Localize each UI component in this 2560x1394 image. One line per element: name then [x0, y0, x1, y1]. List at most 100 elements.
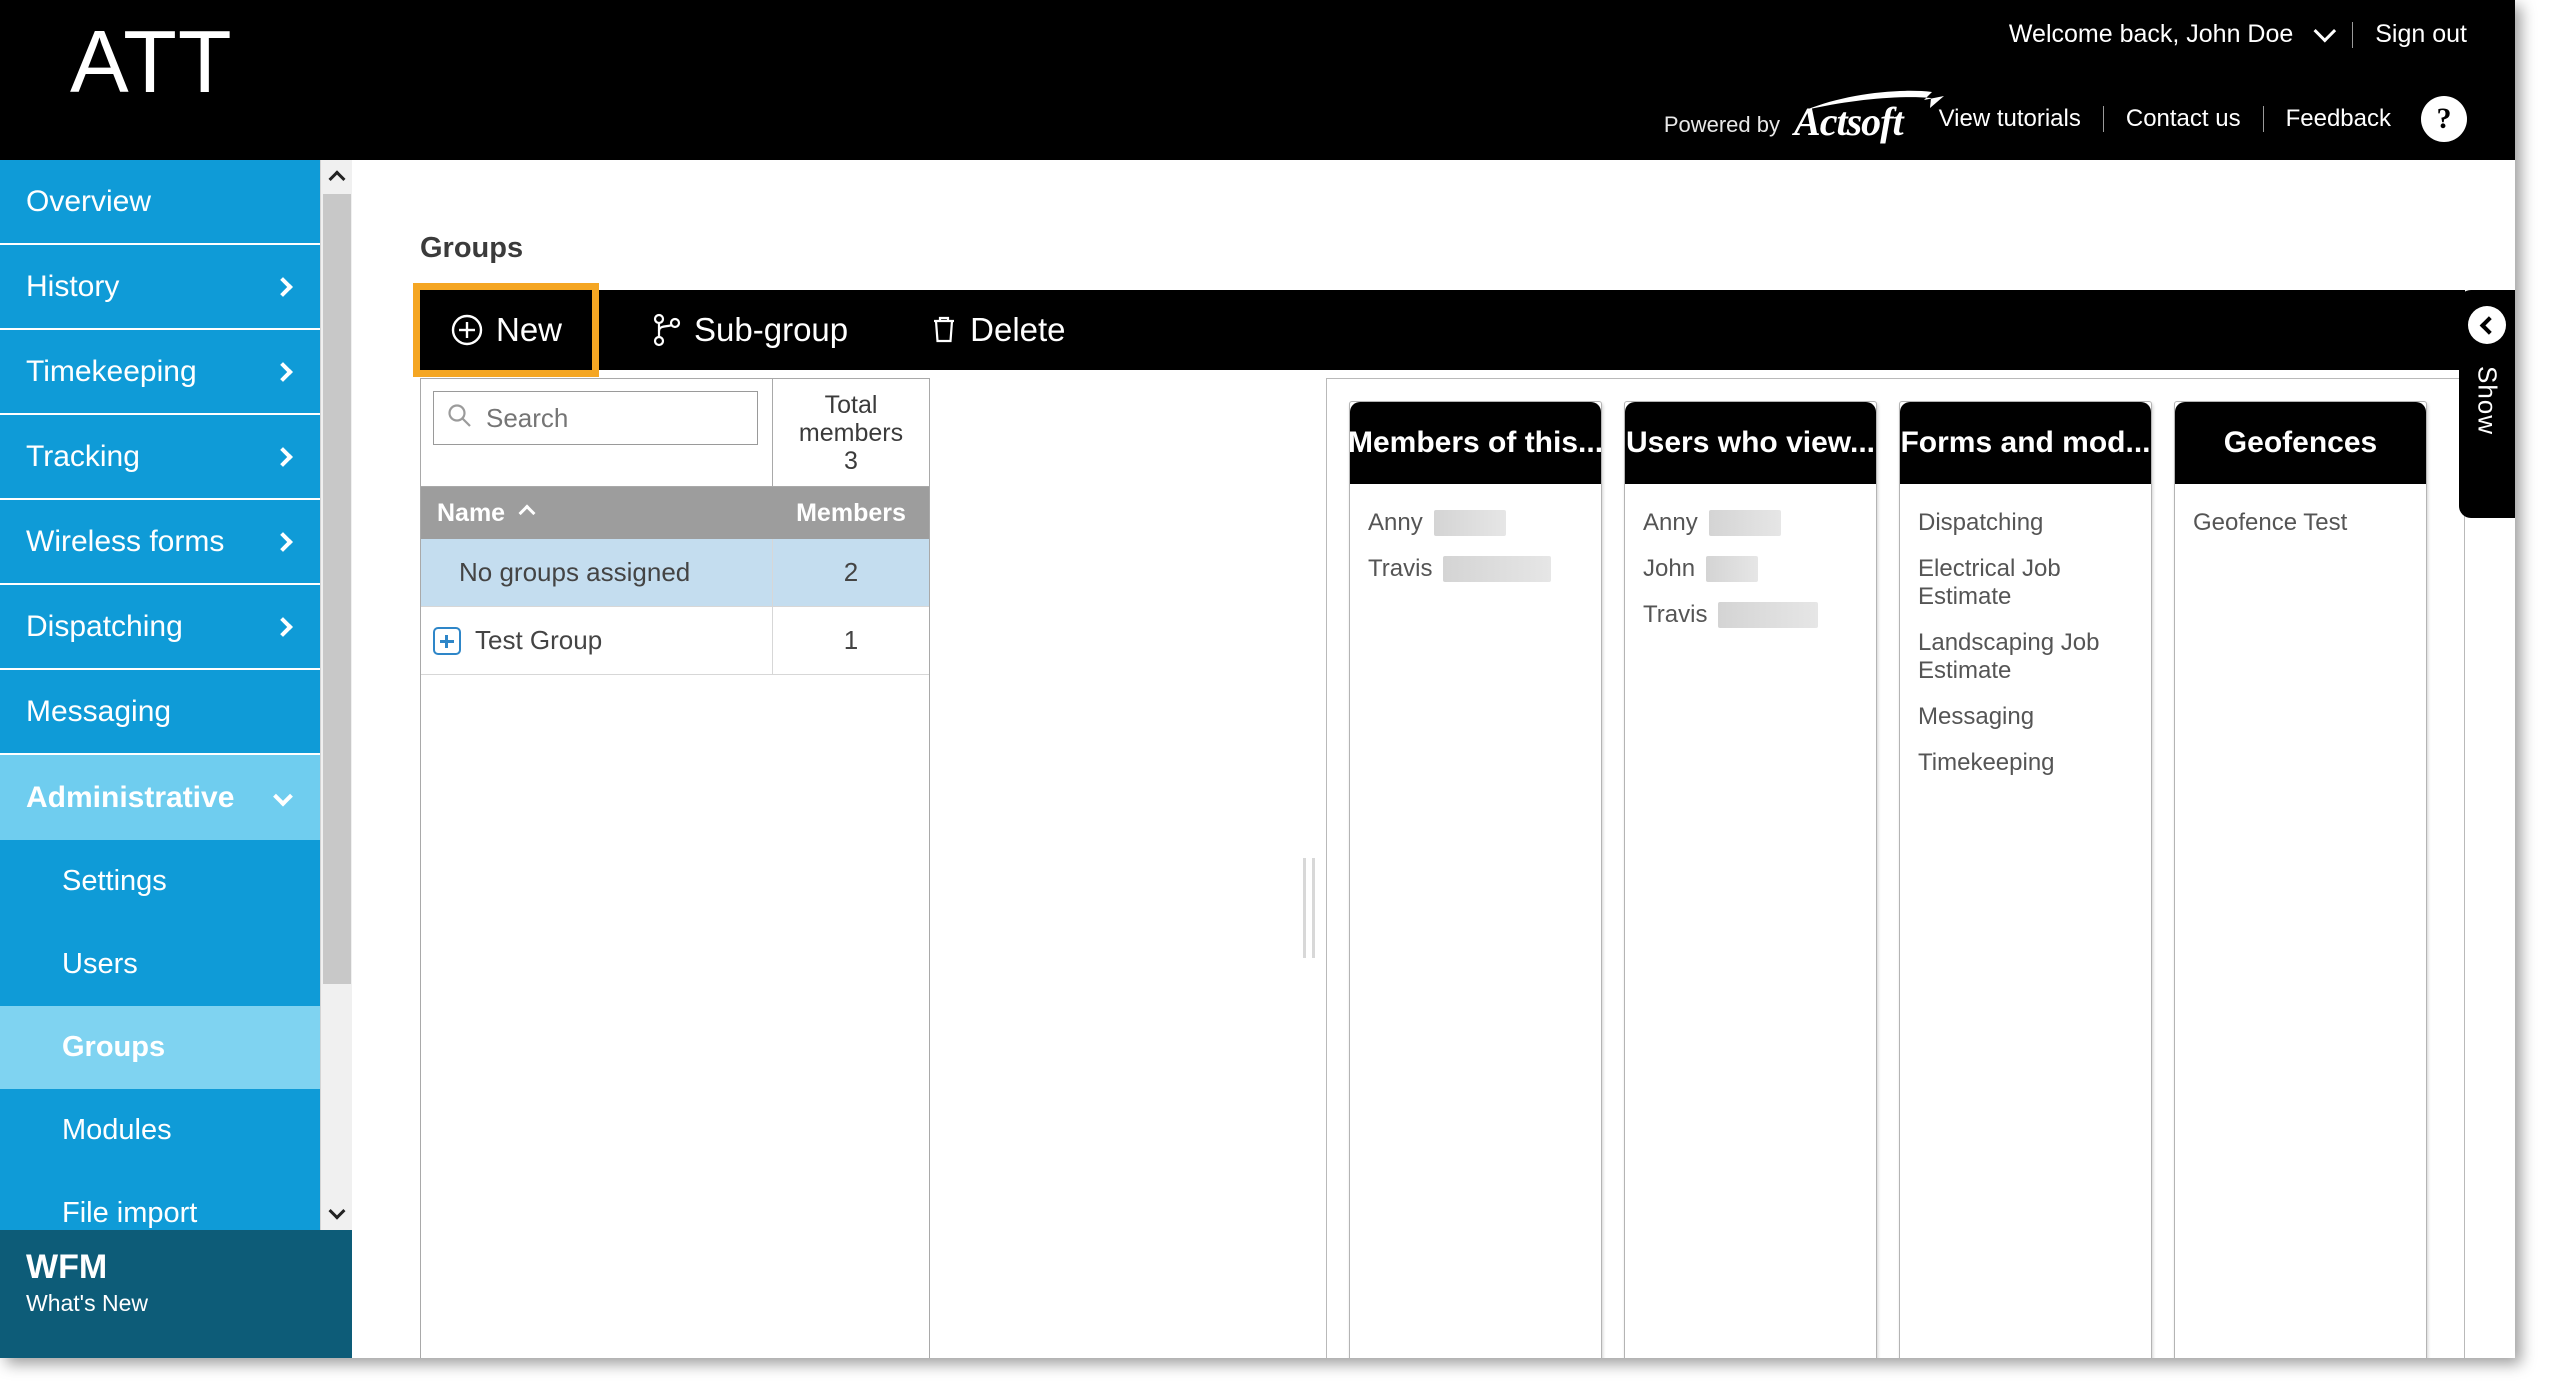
sidebar-item-overview[interactable]: Overview: [0, 160, 320, 245]
divider: [2262, 105, 2264, 132]
list-item[interactable]: Timekeeping: [1900, 740, 2151, 786]
member-name: Anny: [1368, 509, 1423, 536]
sidebar-item-wireless-forms[interactable]: Wireless forms: [0, 500, 320, 585]
cell-group-name-container: Test Group: [421, 606, 773, 675]
sidebar-item-label: Dispatching: [26, 609, 183, 643]
search-input[interactable]: [486, 402, 736, 434]
branch-icon: [652, 313, 682, 347]
chevron-right-icon: [273, 616, 293, 637]
chevron-right-icon: [273, 361, 293, 382]
search-box[interactable]: [433, 391, 758, 445]
show-panel-tab[interactable]: Show: [2459, 290, 2515, 518]
splitter-grip-line: [1303, 858, 1306, 958]
column-header-members[interactable]: Members: [773, 499, 929, 528]
member-name: Travis: [1368, 555, 1433, 582]
chevron-right-icon: [273, 531, 293, 552]
main-content: Groups New Sub-group Delete Search Total…: [352, 160, 2515, 1358]
sidebar-item-users[interactable]: Users: [0, 923, 320, 1006]
show-tab-label: Show: [2472, 366, 2503, 436]
sidebar-footer-wfm[interactable]: WFM What's New: [0, 1230, 352, 1358]
page-title: Groups: [420, 232, 524, 264]
scrollbar-thumb[interactable]: [323, 194, 351, 984]
sidebar-item-administrative[interactable]: Administrative: [0, 755, 320, 840]
header-account-bar: Welcome back, John Doe Sign out: [2008, 19, 2467, 49]
chevron-right-icon: [273, 446, 293, 467]
sub-group-button[interactable]: Sub-group: [626, 290, 874, 370]
panel-body: Anny John Travis: [1625, 484, 1876, 638]
view-tutorials-link[interactable]: View tutorials: [1939, 105, 2081, 133]
total-members-label-1: Total: [824, 390, 878, 419]
list-item[interactable]: Anny: [1350, 500, 1601, 546]
sign-out-link[interactable]: Sign out: [2375, 20, 2467, 49]
sidebar-item-modules[interactable]: Modules: [0, 1089, 320, 1172]
table-header-row: Name Members: [421, 487, 929, 539]
list-item[interactable]: Travis: [1350, 546, 1601, 592]
panel-body: Anny Travis: [1350, 484, 1601, 592]
panel-title: Geofences: [2175, 402, 2426, 484]
sidebar-item-groups[interactable]: Groups: [0, 1006, 320, 1089]
column-header-name[interactable]: Name: [421, 499, 773, 528]
delete-button[interactable]: Delete: [904, 290, 1091, 370]
scroll-up-icon[interactable]: [321, 160, 352, 192]
cell-group-name: Test Group: [475, 625, 603, 655]
plus-circle-icon: [450, 313, 484, 347]
whats-new-link[interactable]: What's New: [26, 1290, 352, 1317]
panel-title: Members of this...: [1350, 402, 1601, 484]
contact-us-link[interactable]: Contact us: [2126, 105, 2241, 133]
detail-panels-container: Members of this... Anny Travis Users who…: [1326, 378, 2465, 1358]
cell-group-name: No groups assigned: [421, 538, 773, 607]
panel-users-who-view: Users who view... Anny John Travis: [1624, 401, 1877, 1358]
feedback-link[interactable]: Feedback: [2286, 105, 2391, 133]
sidebar-item-label: Messaging: [26, 694, 172, 728]
column-header-name-label: Name: [437, 498, 506, 527]
table-top-bar: Total members 3: [421, 379, 929, 487]
wfm-title: WFM: [26, 1248, 108, 1286]
help-button[interactable]: ?: [2421, 95, 2467, 142]
list-item[interactable]: Electrical Job Estimate: [1900, 546, 2151, 620]
sidebar-item-timekeeping[interactable]: Timekeeping: [0, 330, 320, 415]
redacted-surname: [1443, 556, 1552, 582]
welcome-user-menu[interactable]: Welcome back, John Doe: [2008, 19, 2337, 49]
welcome-label: Welcome back, John Doe: [2008, 20, 2294, 48]
redacted-surname: [1718, 602, 1819, 628]
delete-button-label: Delete: [970, 311, 1066, 348]
app-header: ATT Welcome back, John Doe Sign out Powe…: [0, 0, 2515, 160]
sidebar-subitem-label: Users: [62, 948, 138, 980]
member-name: Anny: [1643, 509, 1698, 536]
member-name: Travis: [1643, 601, 1708, 628]
sidebar-nav: Overview History Timekeeping Tracking Wi…: [0, 160, 320, 1255]
panel-splitter[interactable]: [1292, 378, 1326, 1358]
panel-members-of-this-group: Members of this... Anny Travis: [1349, 401, 1602, 1358]
groups-toolbar: New Sub-group Delete: [412, 283, 2465, 377]
divider: [2102, 105, 2104, 132]
scroll-down-icon[interactable]: [321, 1198, 352, 1230]
panel-body: Geofence Test: [2175, 484, 2426, 546]
sidebar-item-tracking[interactable]: Tracking: [0, 415, 320, 500]
search-icon: [446, 402, 474, 435]
sidebar-subitem-label: Groups: [62, 1031, 166, 1063]
sort-ascending-icon: [518, 504, 536, 522]
sidebar-item-settings[interactable]: Settings: [0, 840, 320, 923]
list-item[interactable]: Anny: [1625, 500, 1876, 546]
expand-plus-icon[interactable]: [433, 626, 461, 655]
redacted-surname: [1708, 510, 1781, 536]
panel-geofences: Geofences Geofence Test: [2174, 401, 2427, 1358]
redacted-surname: [1706, 556, 1759, 582]
sidebar-subitem-label: Settings: [62, 865, 167, 897]
sidebar-item-history[interactable]: History: [0, 245, 320, 330]
list-item[interactable]: Travis: [1625, 592, 1876, 638]
list-item[interactable]: John: [1625, 546, 1876, 592]
new-button[interactable]: New: [412, 283, 600, 377]
brand-logo: ATT: [70, 12, 233, 111]
new-button-label: New: [496, 311, 563, 348]
table-row[interactable]: Test Group 1: [421, 606, 929, 675]
sidebar-item-dispatching[interactable]: Dispatching: [0, 585, 320, 670]
list-item[interactable]: Dispatching: [1900, 500, 2151, 546]
sidebar-scrollbar[interactable]: [320, 160, 352, 1230]
page-shell: ATT Welcome back, John Doe Sign out Powe…: [0, 0, 2515, 1358]
sidebar-item-messaging[interactable]: Messaging: [0, 670, 320, 755]
table-row[interactable]: No groups assigned 2: [421, 538, 929, 607]
list-item[interactable]: Messaging: [1900, 694, 2151, 740]
list-item[interactable]: Geofence Test: [2175, 500, 2426, 546]
list-item[interactable]: Landscaping Job Estimate: [1900, 620, 2151, 694]
